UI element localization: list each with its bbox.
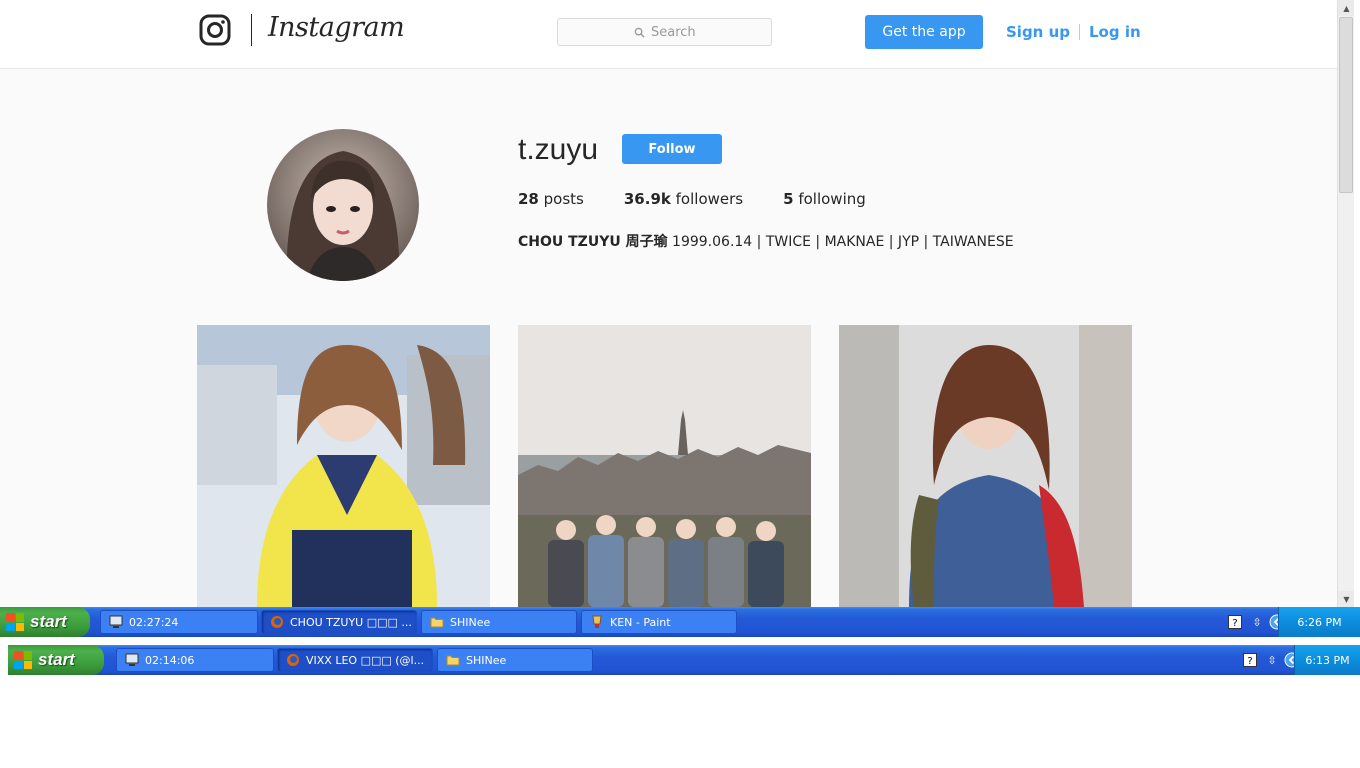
auth-links: Sign up Log in <box>1006 23 1141 41</box>
taskbar-item-label: 02:14:06 <box>145 653 195 667</box>
taskbar-item-label: SHINee <box>450 615 491 629</box>
system-tray-clock[interactable]: 6:13 PM <box>1294 645 1360 675</box>
follow-button[interactable]: Follow <box>622 134 722 164</box>
post-thumbnail[interactable] <box>839 325 1132 607</box>
photo-girl-yellow-sweater <box>197 325 490 607</box>
help-icon[interactable]: ? <box>1226 613 1244 631</box>
restore-icon[interactable]: ⇳ <box>1248 613 1266 631</box>
post-thumbnail[interactable] <box>518 325 811 607</box>
search-icon <box>634 27 645 38</box>
following-count: 5 <box>783 190 794 208</box>
search-input[interactable] <box>651 24 695 40</box>
instagram-glyph-icon[interactable] <box>199 14 231 46</box>
folder-icon <box>446 655 460 666</box>
clock-time: 6:26 PM <box>1297 615 1342 629</box>
get-the-app-button[interactable]: Get the app <box>865 15 983 49</box>
taskbar-item[interactable]: 02:27:24 <box>100 610 258 634</box>
bio-text: 1999.06.14 | TWICE | MAKNAE | JYP | TAIW… <box>672 234 1014 250</box>
taskbar-item[interactable]: SHINee <box>437 648 593 672</box>
header-divider <box>251 14 252 46</box>
instagram-wordmark[interactable]: Instagram <box>268 12 405 43</box>
followers-stat[interactable]: 36.9k followers <box>624 190 743 208</box>
timer-icon <box>109 615 123 628</box>
following-stat[interactable]: 5 following <box>783 190 866 208</box>
browser-viewport: Instagram Get the app Sign up Log in <box>0 0 1337 607</box>
folder-icon <box>430 617 444 628</box>
photo-group-city-view <box>518 325 811 607</box>
taskbar-item-label: KEN - Paint <box>610 615 671 629</box>
followers-label: followers <box>675 190 744 208</box>
taskbar-item[interactable]: KEN - Paint <box>581 610 737 634</box>
svg-text:?: ? <box>1232 618 1237 629</box>
taskbar-item-label: VIXX LEO □□□ (@l... <box>306 653 425 667</box>
auth-separator <box>1079 24 1080 40</box>
followers-count: 36.9k <box>623 190 671 208</box>
paint-icon <box>592 615 602 628</box>
following-label: following <box>798 190 866 208</box>
posts-count: 28 <box>518 190 539 208</box>
taskbar-top: start 02:27:24 CHOU TZUYU □□□ ... SHINee… <box>0 607 1360 637</box>
windows-flag-icon <box>14 651 32 669</box>
posts-label: posts <box>543 190 584 208</box>
profile-username: t.zuyu <box>518 133 599 166</box>
vertical-scrollbar[interactable]: ▲ ▼ <box>1337 0 1355 607</box>
start-button[interactable]: start <box>8 645 104 675</box>
instagram-header: Instagram Get the app Sign up Log in <box>0 0 1337 69</box>
clock-time: 6:13 PM <box>1305 653 1350 667</box>
taskbar-bottom: start 02:14:06 VIXX LEO □□□ (@l... SHINe… <box>8 645 1360 675</box>
search-box[interactable] <box>557 18 772 46</box>
taskbar-item-label: CHOU TZUYU □□□ ... <box>290 615 412 629</box>
start-button[interactable]: start <box>0 607 90 637</box>
taskbar-item[interactable]: CHOU TZUYU □□□ ... <box>261 610 417 634</box>
taskbar-item-label: SHINee <box>466 653 507 667</box>
posts-stat: 28 posts <box>518 190 584 208</box>
profile-avatar <box>267 129 419 281</box>
firefox-icon <box>271 616 283 628</box>
scroll-down-arrow-icon[interactable]: ▼ <box>1338 591 1355 607</box>
taskbar-item[interactable]: 02:14:06 <box>116 648 274 672</box>
profile-stats: 28 posts 36.9k followers 5 following <box>518 190 866 208</box>
help-icon[interactable]: ? <box>1241 651 1259 669</box>
post-thumbnail[interactable] <box>197 325 490 607</box>
start-label: start <box>38 650 75 669</box>
window-edge <box>1354 0 1360 607</box>
taskbar-item[interactable]: SHINee <box>421 610 577 634</box>
timer-icon <box>125 653 139 666</box>
system-tray-clock[interactable]: 6:26 PM <box>1278 607 1360 637</box>
scroll-up-arrow-icon[interactable]: ▲ <box>1338 0 1355 16</box>
log-in-link[interactable]: Log in <box>1089 23 1141 41</box>
profile-bio: CHOU TZUYU 周子瑜 1999.06.14 | TWICE | MAKN… <box>518 231 1014 251</box>
taskbar-item-label: 02:27:24 <box>129 615 179 629</box>
svg-text:?: ? <box>1247 656 1252 667</box>
windows-flag-icon <box>6 613 24 631</box>
scrollbar-thumb[interactable] <box>1339 17 1353 193</box>
sign-up-link[interactable]: Sign up <box>1006 23 1070 41</box>
taskbar-item[interactable]: VIXX LEO □□□ (@l... <box>277 648 433 672</box>
restore-icon[interactable]: ⇳ <box>1263 651 1281 669</box>
firefox-icon <box>287 654 299 666</box>
bio-name: CHOU TZUYU 周子瑜 <box>518 234 668 250</box>
start-label: start <box>30 612 67 631</box>
photo-girl-sport-jacket <box>839 325 1132 607</box>
